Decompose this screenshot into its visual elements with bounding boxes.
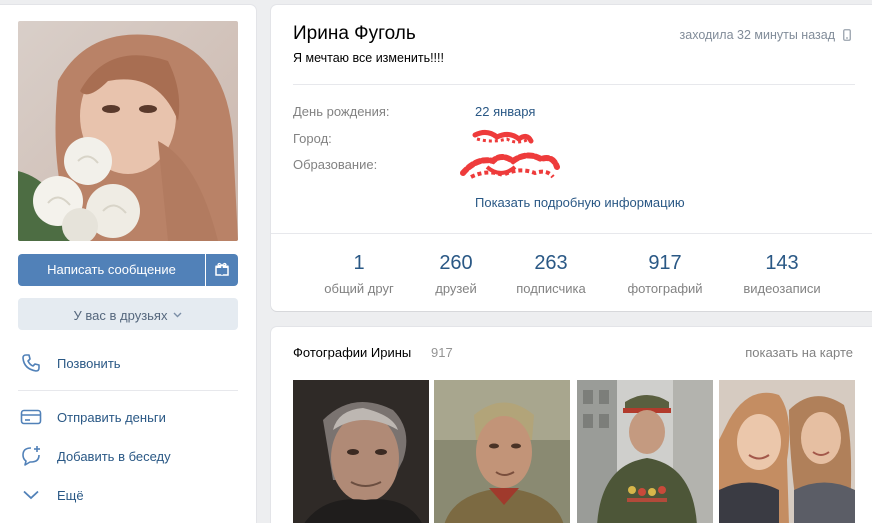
photos-title[interactable]: Фотографии Ирины <box>293 345 411 360</box>
gift-icon <box>215 262 229 279</box>
counter-label: фотографий <box>627 281 703 296</box>
show-on-map-link[interactable]: показать на карте <box>745 345 853 360</box>
education-label: Образование: <box>293 157 378 172</box>
chevron-down-icon <box>173 298 182 330</box>
mobile-icon <box>843 29 851 44</box>
chat-add-icon <box>18 443 44 469</box>
redaction-scribble <box>460 129 560 179</box>
counter-number: 263 <box>534 252 568 274</box>
counter-label: общий друг <box>324 281 394 296</box>
in-friends-label: У вас в друзьях <box>73 308 168 323</box>
profile-name: Ирина Фуголь <box>293 23 416 44</box>
counter-number: 917 <box>648 252 682 274</box>
divider <box>18 390 238 391</box>
send-money-label: Отправить деньги <box>57 409 166 425</box>
counter-videos[interactable]: 143 видеозаписи <box>727 251 837 296</box>
counter-common-friends[interactable]: 1 общий друг <box>311 251 407 296</box>
photo-thumbnail[interactable] <box>434 380 570 523</box>
write-message-button[interactable]: Написать сообщение <box>18 254 205 286</box>
call-label: Позвонить <box>57 355 121 371</box>
photo-thumbnail[interactable] <box>293 380 429 523</box>
counter-number: 1 <box>353 252 365 274</box>
in-friends-button[interactable]: У вас в друзьях <box>18 298 238 330</box>
profile-info-card: Ирина Фуголь заходила 32 минуты назад Я … <box>271 5 872 311</box>
show-more-info-link[interactable]: Показать подробную информацию <box>475 195 685 210</box>
card-icon <box>18 404 44 430</box>
photo-thumbnail[interactable] <box>719 380 855 523</box>
counter-label: видеозаписи <box>743 281 821 296</box>
counter-photos[interactable]: 917 фотографий <box>615 251 715 296</box>
divider <box>293 84 855 85</box>
counter-label: друзей <box>435 281 477 296</box>
add-to-chat-label: Добавить в беседу <box>57 448 171 464</box>
city-label: Город: <box>293 131 332 146</box>
add-to-chat-action[interactable]: Добавить в беседу <box>18 438 238 474</box>
counter-followers[interactable]: 263 подписчика <box>503 251 599 296</box>
send-money-action[interactable]: Отправить деньги <box>18 399 238 435</box>
counter-number: 260 <box>439 252 473 274</box>
gift-button[interactable] <box>206 254 238 286</box>
more-action[interactable]: Ещё <box>18 477 238 513</box>
counter-friends[interactable]: 260 друзей <box>411 251 501 296</box>
chevron-down-icon <box>18 482 44 508</box>
last-seen: заходила 32 минуты назад <box>679 28 835 42</box>
call-action[interactable]: Позвонить <box>18 345 238 381</box>
counter-number: 143 <box>765 252 799 274</box>
counter-label: подписчика <box>516 281 586 296</box>
birthday-label: День рождения: <box>293 104 390 119</box>
avatar[interactable] <box>18 21 238 241</box>
birthday-value[interactable]: 22 января <box>475 104 535 119</box>
photos-count: 917 <box>431 345 453 360</box>
photos-card: Фотографии Ирины 917 показать на карте <box>271 327 872 523</box>
more-label: Ещё <box>57 487 84 503</box>
profile-side-card: Написать сообщение У вас в друзьях Позво… <box>0 5 256 523</box>
profile-status: Я мечтаю все изменить!!!! <box>293 51 444 65</box>
photo-thumbnail[interactable] <box>577 380 713 523</box>
phone-icon <box>18 350 44 376</box>
divider <box>271 233 872 234</box>
